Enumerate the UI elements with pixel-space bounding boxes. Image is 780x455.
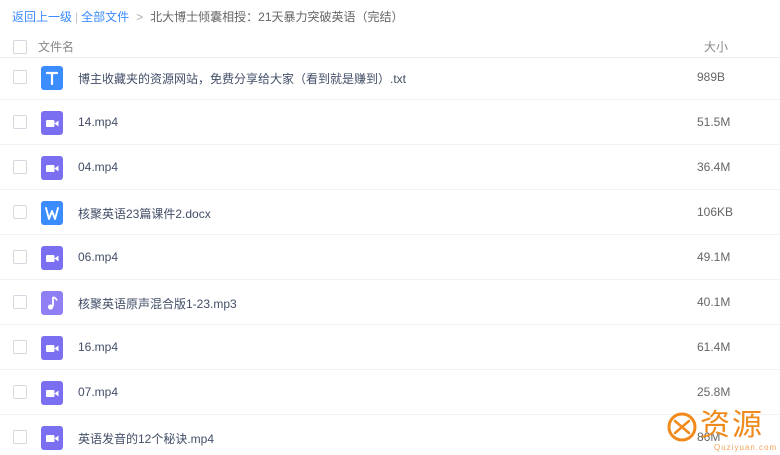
breadcrumb-arrow: > (136, 10, 144, 24)
file-size: 40.1M (697, 295, 731, 309)
file-row[interactable]: 06.mp4 49.1M (0, 235, 780, 280)
file-size: 25.8M (697, 385, 731, 399)
breadcrumb: 返回上一级 | 全部文件 > 北大博士倾囊相授：21天暴力突破英语（完结） (12, 8, 404, 26)
file-name[interactable]: 博主收藏夹的资源网站，免费分享给大家（看到就是赚到）.txt (78, 70, 406, 87)
current-folder: 北大博士倾囊相授：21天暴力突破英语（完结） (150, 10, 404, 24)
video-file-icon (41, 336, 63, 360)
file-row[interactable]: 14.mp4 51.5M (0, 100, 780, 145)
row-checkbox[interactable] (13, 115, 27, 129)
file-row[interactable]: 英语发音的12个秘诀.mp4 86M (0, 415, 780, 455)
video-file-icon (41, 156, 63, 180)
text-file-icon (41, 66, 63, 90)
file-name[interactable]: 06.mp4 (78, 250, 118, 264)
row-checkbox[interactable] (13, 70, 27, 84)
file-size: 49.1M (697, 250, 731, 264)
file-name[interactable]: 07.mp4 (78, 385, 118, 399)
file-name[interactable]: 16.mp4 (78, 340, 118, 354)
breadcrumb-separator: | (75, 10, 79, 24)
video-file-icon (41, 246, 63, 270)
file-size: 36.4M (697, 160, 731, 174)
select-all-checkbox[interactable] (13, 40, 27, 54)
watermark-logo-icon (667, 412, 697, 442)
watermark-subtext: Quziyuan.com (714, 443, 778, 452)
file-size: 989B (697, 70, 726, 84)
file-row[interactable]: 04.mp4 36.4M (0, 145, 780, 190)
row-checkbox[interactable] (13, 430, 27, 444)
row-checkbox[interactable] (13, 385, 27, 399)
file-row[interactable]: 16.mp4 61.4M (0, 325, 780, 370)
file-size: 61.4M (697, 340, 731, 354)
watermark-text: 资源 (700, 408, 764, 443)
all-files-link[interactable]: 全部文件 (81, 10, 129, 24)
file-name[interactable]: 14.mp4 (78, 115, 118, 129)
row-checkbox[interactable] (13, 250, 27, 264)
back-link[interactable]: 返回上一级 (12, 10, 72, 24)
file-size: 106KB (697, 205, 734, 219)
file-list: 博主收藏夹的资源网站，免费分享给大家（看到就是赚到）.txt 989B 14.mp4… (0, 55, 780, 455)
file-row[interactable]: 核聚英语23篇课件2.docx 106KB (0, 190, 780, 235)
row-checkbox[interactable] (13, 160, 27, 174)
file-name[interactable]: 04.mp4 (78, 160, 118, 174)
file-row[interactable]: 博主收藏夹的资源网站，免费分享给大家（看到就是赚到）.txt 989B (0, 55, 780, 100)
watermark: 资源 Quziyuan.com (664, 407, 780, 455)
row-checkbox[interactable] (13, 295, 27, 309)
video-file-icon (41, 111, 63, 135)
video-file-icon (41, 381, 63, 405)
file-name[interactable]: 核聚英语原声混合版1-23.mp3 (78, 295, 237, 312)
audio-file-icon (41, 291, 63, 315)
file-size: 51.5M (697, 115, 731, 129)
file-name[interactable]: 核聚英语23篇课件2.docx (78, 205, 211, 222)
file-row[interactable]: 07.mp4 25.8M (0, 370, 780, 415)
file-row[interactable]: 核聚英语原声混合版1-23.mp3 40.1M (0, 280, 780, 325)
row-checkbox[interactable] (13, 340, 27, 354)
row-checkbox[interactable] (13, 205, 27, 219)
file-name[interactable]: 英语发音的12个秘诀.mp4 (78, 430, 214, 447)
word-file-icon (41, 201, 63, 225)
video-file-icon (41, 426, 63, 450)
